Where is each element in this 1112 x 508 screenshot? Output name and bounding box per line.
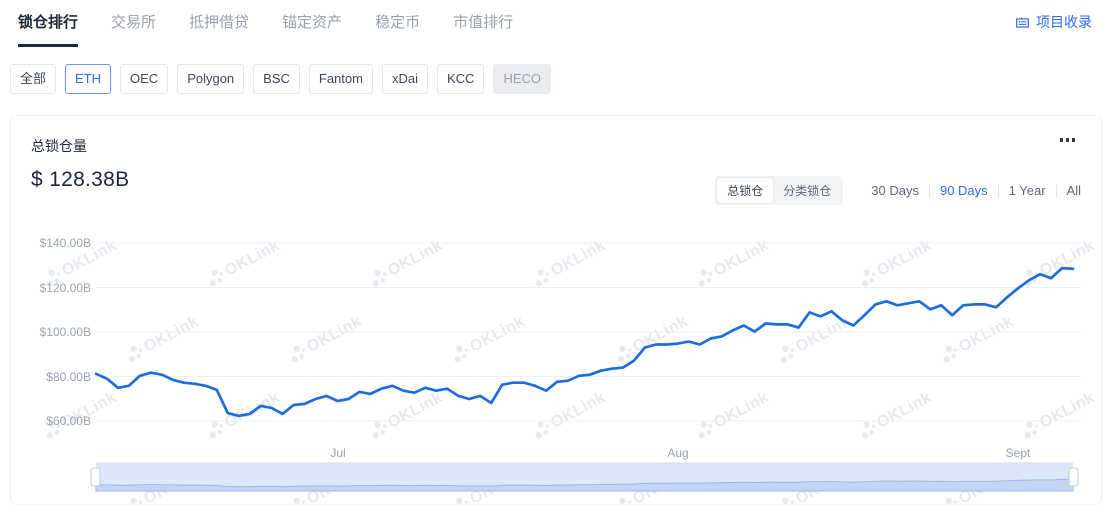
chart-mode-toggle: 总锁仓 分类锁仓 <box>715 176 843 205</box>
chip-polygon[interactable]: Polygon <box>177 64 244 94</box>
oklink-watermark: OKLink <box>121 312 202 367</box>
chip-eth[interactable]: ETH <box>65 64 111 94</box>
oklink-watermark: OKLink <box>854 388 935 443</box>
nav-tab-stablecoins[interactable]: 稳定币 <box>375 11 420 44</box>
range-1-year[interactable]: 1 Year <box>998 184 1056 198</box>
oklink-watermark: OKLink <box>1099 312 1101 367</box>
chip-oec[interactable]: OEC <box>120 64 168 94</box>
oklink-watermark-layer: OKLinkOKLinkOKLinkOKLinkOKLinkOKLinkOKLi… <box>11 116 1101 504</box>
chart-controls: 总锁仓 分类锁仓 30 Days 90 Days 1 Year All <box>715 176 1081 205</box>
time-range-selector: 30 Days 90 Days 1 Year All <box>861 184 1081 198</box>
oklink-watermark: OKLink <box>1017 236 1098 291</box>
oklink-watermark: OKLink <box>610 464 691 504</box>
x-axis-label-sept: Sept <box>1006 446 1031 460</box>
toggle-total-lock[interactable]: 总锁仓 <box>717 178 773 203</box>
oklink-watermark: OKLink <box>284 464 365 504</box>
range-90-days[interactable]: 90 Days <box>929 184 998 198</box>
oklink-watermark: OKLink <box>202 236 283 291</box>
more-menu-icon[interactable] <box>1056 134 1080 146</box>
card-title: 总锁仓量 <box>31 136 87 156</box>
y-axis-label: $140.00B <box>25 236 91 250</box>
oklink-watermark: OKLink <box>365 236 446 291</box>
chip-bsc[interactable]: BSC <box>253 64 300 94</box>
oklink-watermark: OKLink <box>121 464 202 504</box>
oklink-watermark: OKLink <box>1017 388 1098 443</box>
oklink-watermark: OKLink <box>691 388 772 443</box>
top-nav: 锁仓排行 交易所 抵押借贷 锚定资产 稳定币 市值排行 项目收录 <box>0 0 1112 46</box>
oklink-watermark: OKLink <box>773 464 854 504</box>
oklink-watermark: OKLink <box>447 464 528 504</box>
tvl-card: 总锁仓量 $ 128.38B 总锁仓 分类锁仓 30 Days 90 Days … <box>10 115 1102 505</box>
tvl-total-value: $ 128.38B <box>31 168 129 192</box>
brush-handle-right[interactable] <box>1069 468 1078 486</box>
range-30-days[interactable]: 30 Days <box>861 184 929 198</box>
brush-handle-left[interactable] <box>91 468 100 486</box>
toggle-category-lock[interactable]: 分类锁仓 <box>773 178 841 203</box>
nav-tab-lock-ranking[interactable]: 锁仓排行 <box>18 11 78 47</box>
oklink-watermark: OKLink <box>447 312 528 367</box>
chip-kcc[interactable]: KCC <box>437 64 484 94</box>
project-folder-icon <box>1015 15 1030 30</box>
nav-tab-exchanges[interactable]: 交易所 <box>111 11 156 44</box>
oklink-watermark: OKLink <box>202 388 283 443</box>
oklink-watermark: OKLink <box>773 312 854 367</box>
oklink-watermark: OKLink <box>284 312 365 367</box>
y-axis-label: $80.00B <box>25 370 91 384</box>
y-axis-label: $120.00B <box>25 281 91 295</box>
y-axis-label: $60.00B <box>25 414 91 428</box>
tvl-line-chart <box>11 116 1101 504</box>
x-axis-label-jul: Jul <box>330 446 345 460</box>
oklink-watermark: OKLink <box>936 312 1017 367</box>
project-submit-link[interactable]: 项目收录 <box>1015 11 1092 32</box>
nav-tab-marketcap-ranking[interactable]: 市值排行 <box>453 11 513 44</box>
oklink-watermark: OKLink <box>610 312 691 367</box>
range-all[interactable]: All <box>1056 184 1081 198</box>
oklink-watermark: OKLink <box>936 464 1017 504</box>
oklink-watermark: OKLink <box>691 236 772 291</box>
x-axis-label-aug: Aug <box>667 446 688 460</box>
project-submit-label: 项目收录 <box>1036 12 1092 32</box>
page: { "nav": { "items": [ { "label": "锁仓排行" … <box>0 0 1112 508</box>
chip-all[interactable]: 全部 <box>10 64 56 94</box>
oklink-watermark: OKLink <box>365 388 446 443</box>
chip-xdai[interactable]: xDai <box>382 64 428 94</box>
oklink-watermark: OKLink <box>1099 464 1101 504</box>
oklink-watermark: OKLink <box>528 388 609 443</box>
oklink-watermark: OKLink <box>854 236 935 291</box>
nav-tab-lending[interactable]: 抵押借贷 <box>189 11 249 44</box>
chip-heco[interactable]: HECO <box>493 64 551 94</box>
nav-tab-pegged-assets[interactable]: 锚定资产 <box>282 11 342 44</box>
oklink-watermark: OKLink <box>528 236 609 291</box>
y-axis-label: $100.00B <box>25 325 91 339</box>
chip-fantom[interactable]: Fantom <box>309 64 373 94</box>
chain-filter-bar: 全部 ETH OEC Polygon BSC Fantom xDai KCC H… <box>10 64 551 94</box>
